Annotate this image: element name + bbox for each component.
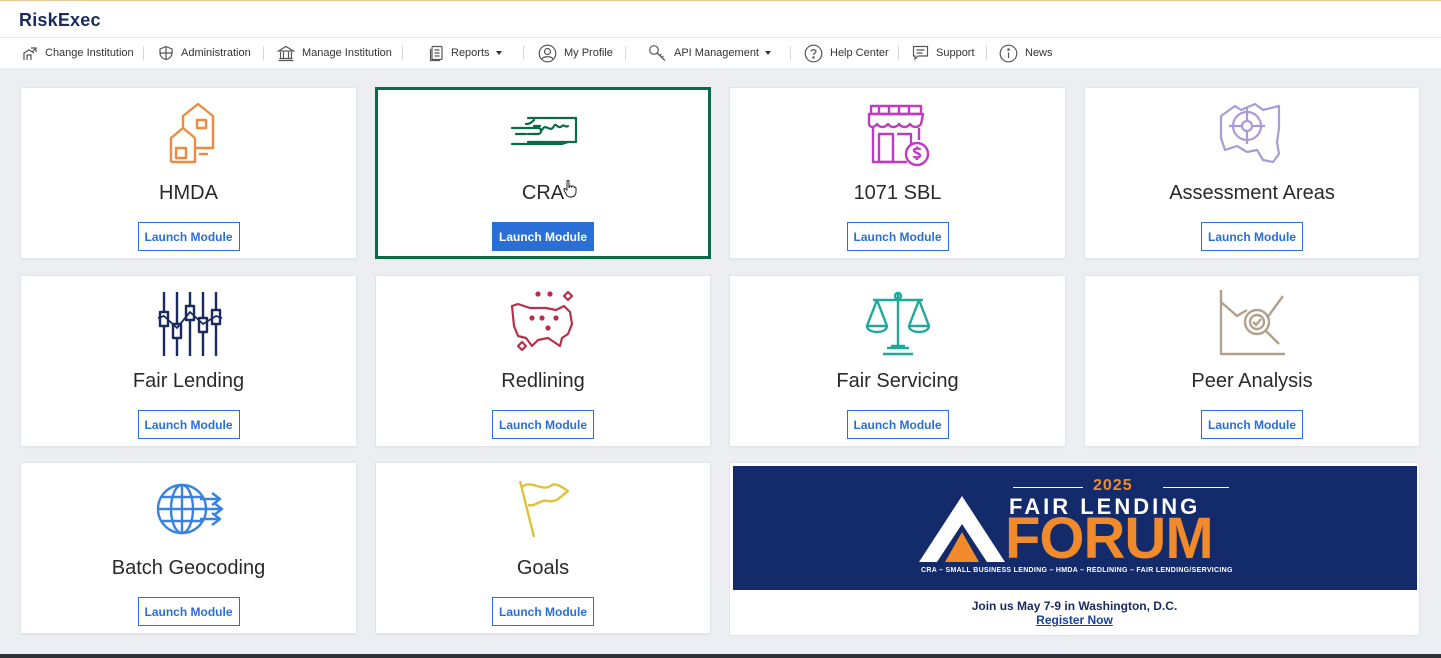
- nav-label: Reports: [451, 47, 490, 59]
- nav-item-reports[interactable]: Reports: [429, 42, 502, 64]
- sliders-icon: [157, 292, 222, 356]
- check-hand-icon: [510, 116, 578, 146]
- module-title: Fair Lending: [132, 370, 245, 392]
- module-title: Assessment Areas: [1169, 182, 1335, 204]
- help-icon: [804, 44, 823, 62]
- module-title: Fair Servicing: [836, 370, 959, 392]
- info-icon: [999, 44, 1018, 62]
- shield-icon: [159, 45, 173, 61]
- chevron-down-icon: [765, 51, 771, 55]
- nav-label: Administration: [181, 47, 251, 59]
- key-icon: [649, 45, 666, 61]
- module-card-goals[interactable]: Goals Launch Module: [375, 462, 711, 634]
- module-card-cra[interactable]: CRA Launch Module: [375, 87, 711, 259]
- user-icon: [538, 44, 557, 62]
- change-institution-icon: [23, 46, 37, 60]
- launch-module-button[interactable]: Launch Module: [846, 410, 949, 439]
- nav-divider: [986, 46, 987, 60]
- report-icon: [429, 45, 443, 61]
- storefront-dollar-icon: [867, 104, 929, 167]
- banner-year: 2025: [1093, 477, 1133, 494]
- register-now-link[interactable]: Register Now: [730, 613, 1419, 627]
- launch-module-button[interactable]: Launch Module: [492, 597, 594, 626]
- module-card-redlining[interactable]: Redlining Launch Module: [375, 275, 711, 447]
- us-map-icon: [510, 290, 574, 352]
- module-card-1071-sbl[interactable]: 1071 SBL Launch Module: [729, 87, 1066, 259]
- banner-event-text: Join us May 7-9 in Washington, D.C.: [971, 599, 1178, 613]
- nav-item-change-institution[interactable]: Change Institution: [21, 42, 134, 64]
- nav-label: My Profile: [564, 47, 613, 59]
- module-card-fair-servicing[interactable]: Fair Servicing Launch Module: [729, 275, 1066, 447]
- module-title: 1071 SBL: [853, 182, 942, 204]
- map-target-icon: [1219, 102, 1281, 164]
- nav-item-manage-institution[interactable]: Manage Institution: [277, 42, 392, 64]
- banner-divider: [1163, 487, 1229, 488]
- nav-divider: [625, 46, 626, 60]
- launch-module-button[interactable]: Launch Module: [137, 597, 240, 626]
- nav-label: News: [1025, 47, 1053, 59]
- main-nav: Change Institution Administration Manage…: [0, 38, 1441, 68]
- chart-magnifier-icon: [1219, 290, 1285, 356]
- launch-module-button[interactable]: Launch Module: [137, 222, 240, 251]
- nav-divider: [402, 46, 403, 60]
- module-card-fair-lending[interactable]: Fair Lending Launch Module: [20, 275, 357, 447]
- flag-icon: [518, 480, 570, 538]
- chat-icon: [912, 45, 929, 61]
- scales-icon: [865, 291, 930, 356]
- nav-label: Help Center: [830, 47, 889, 59]
- nav-label: Support: [936, 47, 975, 59]
- launch-module-button[interactable]: Launch Module: [1201, 410, 1303, 439]
- launch-module-button[interactable]: Launch Module: [137, 410, 240, 439]
- nav-divider: [143, 46, 144, 60]
- module-card-hmda[interactable]: HMDA Launch Module: [20, 87, 357, 259]
- banner-title-line2: FORUM: [1005, 506, 1214, 571]
- nav-item-my-profile[interactable]: My Profile: [538, 42, 613, 64]
- hand-cursor-icon: [563, 180, 577, 198]
- nav-label: Change Institution: [45, 47, 134, 59]
- launch-module-button[interactable]: Launch Module: [1201, 222, 1303, 251]
- module-card-batch-geocoding[interactable]: Batch Geocoding Launch Module: [20, 462, 357, 634]
- nav-item-administration[interactable]: Administration: [158, 42, 251, 64]
- promo-banner-card: 2025 FAIR LENDING FORUM CRA – SMALL BUSI…: [729, 462, 1420, 636]
- app-header: RiskExec: [0, 1, 1441, 38]
- chevron-down-icon: [495, 51, 502, 55]
- fair-lending-forum-banner[interactable]: 2025 FAIR LENDING FORUM CRA – SMALL BUSI…: [733, 466, 1417, 590]
- nav-item-news[interactable]: News: [999, 42, 1053, 64]
- globe-arrows-icon: [156, 483, 223, 535]
- launch-module-button[interactable]: Launch Module: [846, 222, 949, 251]
- launch-module-button[interactable]: Launch Module: [492, 222, 594, 251]
- module-title: Redlining: [501, 370, 585, 392]
- module-card-peer-analysis[interactable]: Peer Analysis Launch Module: [1084, 275, 1420, 447]
- module-title: CRA: [521, 182, 565, 204]
- banner-tagline: CRA – SMALL BUSINESS LENDING – HMDA – RE…: [921, 567, 1233, 574]
- footer-bar: [0, 654, 1441, 658]
- nav-item-support[interactable]: Support: [912, 42, 975, 64]
- nav-divider: [790, 46, 791, 60]
- module-title: Peer Analysis: [1191, 370, 1313, 392]
- houses-icon: [169, 102, 214, 164]
- module-title: Goals: [516, 557, 570, 579]
- banner-divider: [1013, 487, 1083, 488]
- module-title: HMDA: [159, 182, 218, 204]
- app-logo[interactable]: RiskExec: [19, 10, 101, 31]
- nav-divider: [263, 46, 264, 60]
- bank-icon: [277, 45, 295, 61]
- nav-item-help-center[interactable]: Help Center: [804, 42, 889, 64]
- nav-label: API Management: [674, 47, 759, 59]
- module-title: Batch Geocoding: [111, 557, 266, 579]
- forum-logo-icon: [919, 496, 1005, 562]
- nav-divider: [523, 46, 524, 60]
- nav-label: Manage Institution: [302, 47, 392, 59]
- nav-item-api-management[interactable]: API Management: [648, 42, 771, 64]
- launch-module-button[interactable]: Launch Module: [492, 410, 594, 439]
- module-card-assessment-areas[interactable]: Assessment Areas Launch Module: [1084, 87, 1420, 259]
- nav-divider: [898, 46, 899, 60]
